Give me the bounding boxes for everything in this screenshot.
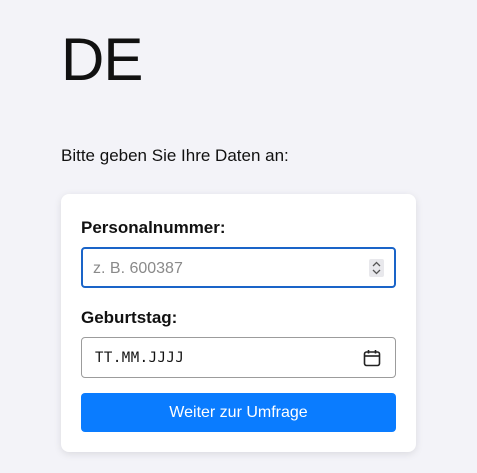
continue-survey-button[interactable]: Weiter zur Umfrage: [81, 393, 396, 432]
page: DE Bitte geben Sie Ihre Daten an: Person…: [0, 0, 477, 473]
intro-text: Bitte geben Sie Ihre Daten an:: [61, 146, 289, 165]
language-title: DE: [61, 26, 143, 93]
calendar-icon[interactable]: [363, 349, 381, 367]
geburtstag-date-input[interactable]: TT.MM.JJJJ: [81, 337, 396, 378]
personalnummer-input[interactable]: z. B. 600387: [81, 247, 396, 288]
date-format-text: TT.MM.JJJJ: [95, 350, 185, 366]
form-card: Personalnummer: z. B. 600387 Geburtstag:…: [61, 194, 416, 452]
personalnummer-placeholder: z. B. 600387: [93, 260, 183, 277]
personalnummer-label: Personalnummer:: [81, 218, 226, 237]
spinner-arrows-icon: [372, 261, 381, 275]
geburtstag-label: Geburtstag:: [81, 308, 178, 327]
number-spinner[interactable]: [369, 259, 384, 277]
